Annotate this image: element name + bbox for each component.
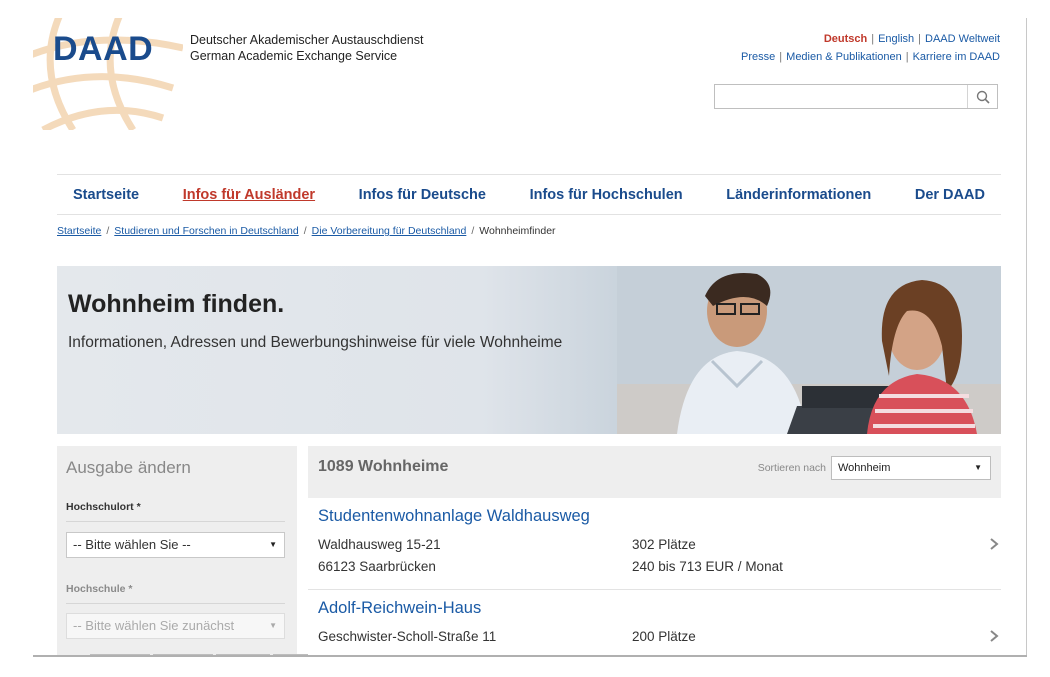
hochschule-select[interactable]: -- Bitte wählen Sie zunächst ▼ bbox=[66, 613, 285, 639]
presse-link[interactable]: Presse bbox=[741, 51, 775, 63]
main-navigation: Startseite Infos für Ausländer Infos für… bbox=[57, 174, 1001, 215]
result-item[interactable]: Adolf-Reichwein-Haus Geschwister-Scholl-… bbox=[308, 590, 1001, 658]
caret-down-icon: ▼ bbox=[269, 540, 277, 549]
hochschulort-value: -- Bitte wählen Sie -- bbox=[73, 537, 191, 552]
lang-deutsch-link[interactable]: Deutsch bbox=[824, 33, 867, 45]
hochschule-value: -- Bitte wählen Sie zunächst bbox=[73, 618, 235, 633]
page-title: Wohnheim finden. bbox=[68, 290, 285, 318]
chevron-right-icon[interactable] bbox=[987, 628, 1001, 644]
search-icon bbox=[976, 90, 990, 104]
sort-select[interactable]: Wohnheim ▼ bbox=[831, 456, 991, 480]
breadcrumb-studieren[interactable]: Studieren und Forschen in Deutschland bbox=[114, 225, 298, 237]
search-button[interactable] bbox=[967, 85, 997, 108]
divider bbox=[66, 521, 285, 522]
results-header: 1089 Wohnheime Sortieren nach Wohnheim ▼ bbox=[308, 446, 1001, 498]
nav-infos-hochschulen[interactable]: Infos für Hochschulen bbox=[530, 187, 683, 203]
nav-der-daad[interactable]: Der DAAD bbox=[915, 187, 985, 203]
result-places: 302 Plätze bbox=[632, 537, 696, 552]
below-page-area bbox=[0, 657, 1050, 677]
lang-english-link[interactable]: English bbox=[878, 33, 914, 45]
meta-links: Presse | Medien & Publikationen | Karriere i… bbox=[741, 51, 1000, 63]
sort-value: Wohnheim bbox=[838, 462, 891, 474]
hochschulort-label: Hochschulort * bbox=[66, 501, 141, 513]
caret-down-icon: ▼ bbox=[269, 621, 277, 630]
result-title[interactable]: Studentenwohnanlage Waldhausweg bbox=[318, 507, 590, 526]
chevron-right-icon[interactable] bbox=[987, 536, 1001, 552]
daad-logo[interactable]: DAAD bbox=[53, 30, 153, 69]
hero-subtitle: Informationen, Adressen und Bewerbungshi… bbox=[68, 334, 563, 351]
nav-laenderinformationen[interactable]: Länderinformationen bbox=[726, 187, 871, 203]
org-name-en: German Academic Exchange Service bbox=[190, 49, 398, 63]
result-city: 66123 Saarbrücken bbox=[318, 559, 436, 574]
breadcrumb-current: Wohnheimfinder bbox=[479, 225, 556, 237]
nav-infos-auslaender[interactable]: Infos für Ausländer bbox=[183, 187, 315, 203]
breadcrumb-vorbereitung[interactable]: Die Vorbereitung für Deutschland bbox=[312, 225, 467, 237]
nav-startseite[interactable]: Startseite bbox=[73, 187, 139, 203]
medien-link[interactable]: Medien & Publikationen bbox=[786, 51, 902, 63]
organization-name: Deutscher Akademischer Austauschdienst G… bbox=[190, 32, 423, 64]
divider bbox=[66, 603, 285, 604]
result-street: Waldhausweg 15-21 bbox=[318, 537, 441, 552]
result-title[interactable]: Adolf-Reichwein-Haus bbox=[318, 599, 481, 618]
result-places: 200 Plätze bbox=[632, 629, 696, 644]
daad-weltweit-link[interactable]: DAAD Weltweit bbox=[925, 33, 1000, 45]
language-links: Deutsch | English | DAAD Weltweit bbox=[823, 33, 1000, 45]
hochschulort-select[interactable]: -- Bitte wählen Sie -- ▼ bbox=[66, 532, 285, 558]
nav-infos-deutsche[interactable]: Infos für Deutsche bbox=[359, 187, 486, 203]
filter-title: Ausgabe ändern bbox=[66, 458, 191, 477]
filter-sidebar: Ausgabe ändern Hochschulort * -- Bitte w… bbox=[57, 446, 297, 676]
hochschule-label: Hochschule * bbox=[66, 583, 133, 595]
caret-down-icon: ▼ bbox=[974, 463, 982, 472]
result-street: Geschwister-Scholl-Straße 11 bbox=[318, 629, 497, 644]
hero-banner: Wohnheim finden. Informationen, Adressen… bbox=[57, 266, 1001, 434]
search-field[interactable] bbox=[714, 84, 998, 109]
results-count: 1089 Wohnheime bbox=[318, 458, 449, 475]
breadcrumb: Startseite / Studieren und Forschen in Deu… bbox=[57, 225, 556, 237]
result-item[interactable]: Studentenwohnanlage Waldhausweg Waldhaus… bbox=[308, 498, 1001, 590]
breadcrumb-startseite[interactable]: Startseite bbox=[57, 225, 101, 237]
result-price: 240 bis 713 EUR / Monat bbox=[632, 559, 783, 574]
students-photo bbox=[617, 266, 1001, 434]
top-links: Deutsch | English | DAAD Weltweit Presse | Med… bbox=[741, 30, 1000, 66]
sort-label: Sortieren nach bbox=[757, 462, 826, 474]
org-name-de: Deutscher Akademischer Austauschdienst bbox=[190, 33, 424, 47]
karriere-link[interactable]: Karriere im DAAD bbox=[913, 51, 1000, 63]
